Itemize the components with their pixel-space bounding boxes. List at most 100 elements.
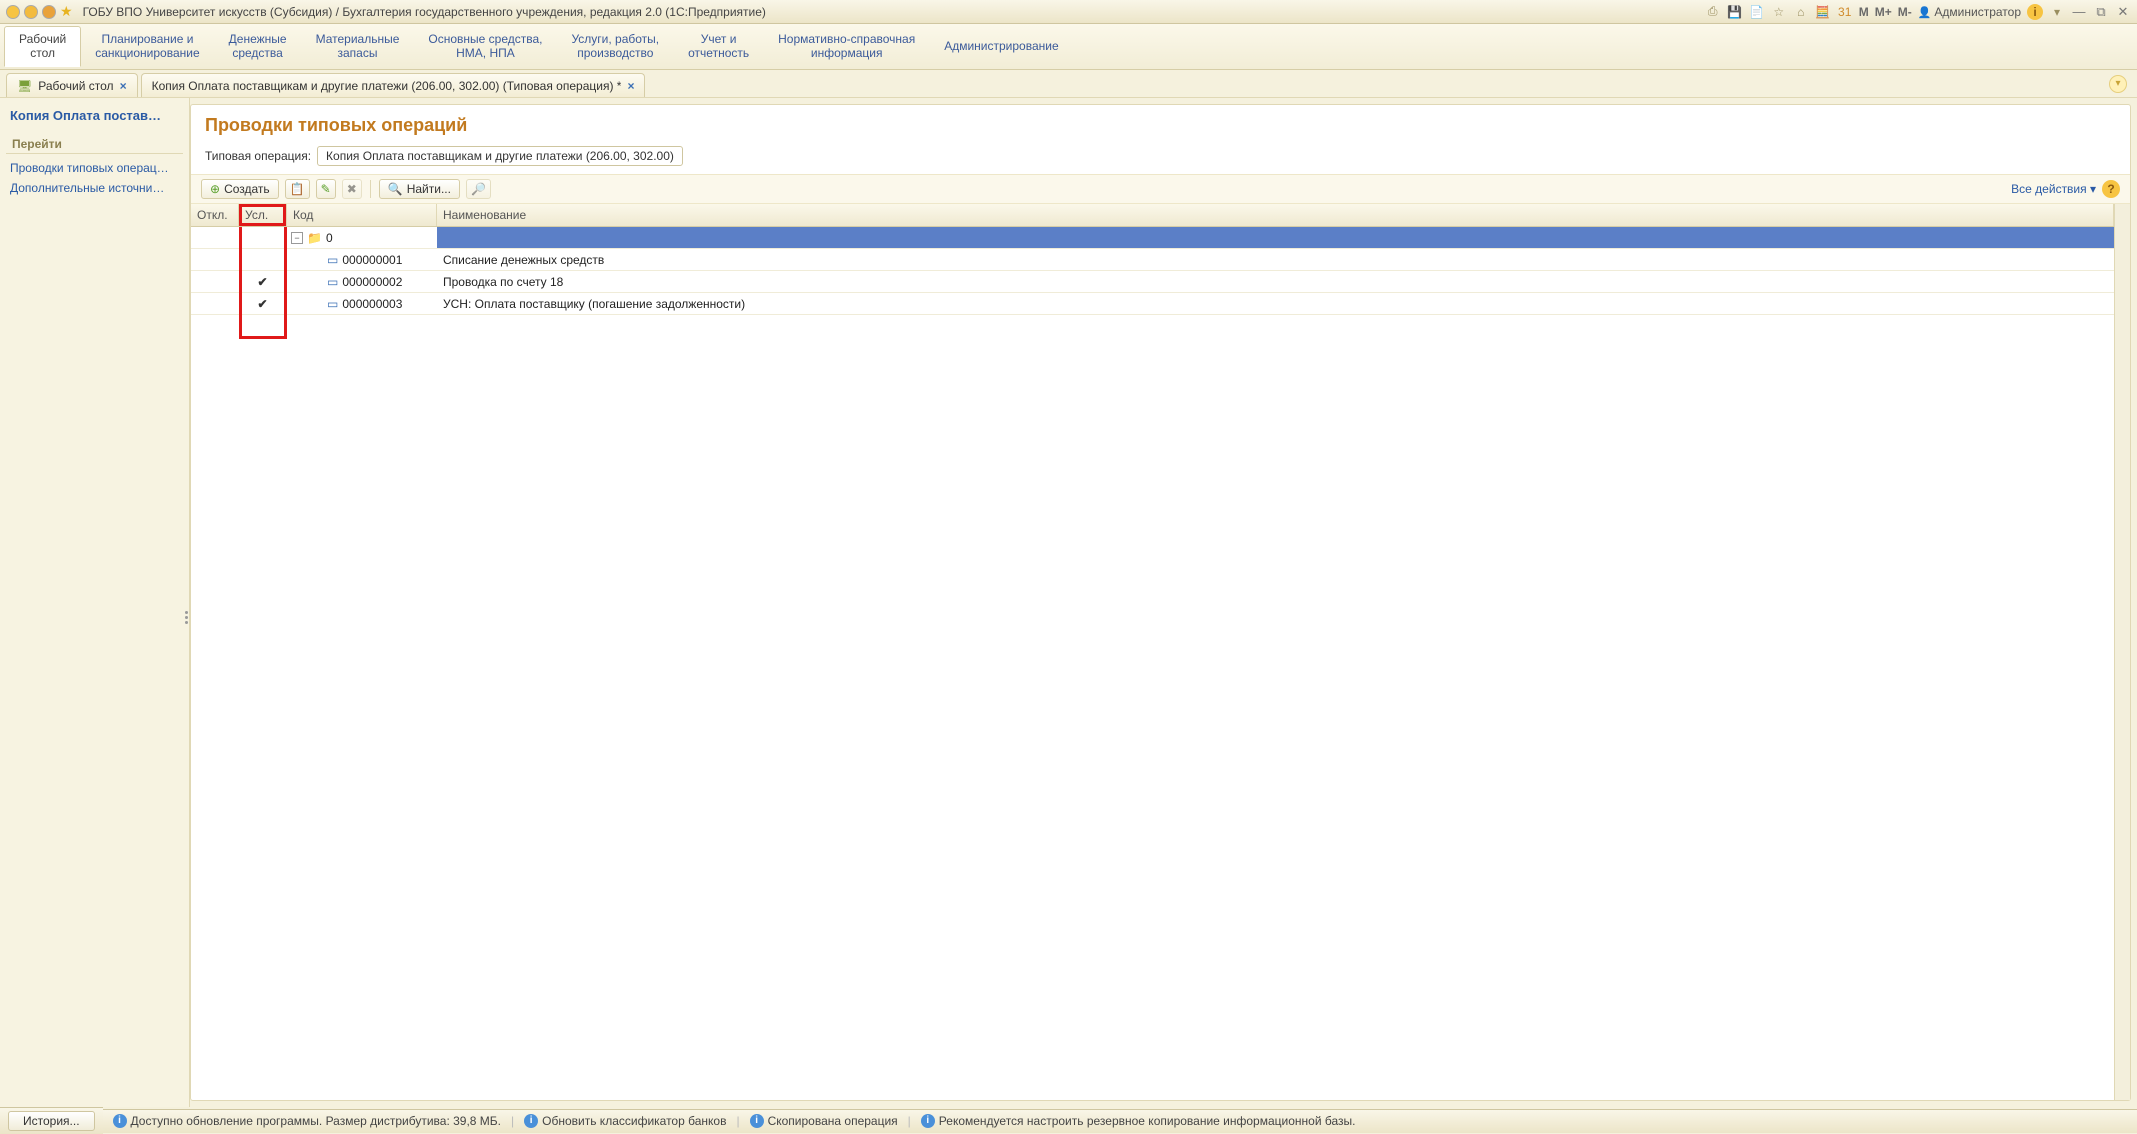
maximize-button[interactable]: ⧉ bbox=[2093, 4, 2109, 20]
section-1[interactable]: Планирование исанкционирование bbox=[81, 27, 214, 67]
delete-button[interactable]: ✖ bbox=[342, 179, 362, 199]
status-backup[interactable]: Рекомендуется настроить резервное копиро… bbox=[939, 1114, 1356, 1128]
calendar-icon[interactable]: 31 bbox=[1837, 4, 1853, 20]
row-code: 000000003 bbox=[342, 297, 402, 311]
home-icon[interactable]: ⌂ bbox=[1793, 4, 1809, 20]
clear-find-button[interactable]: 🔎 bbox=[466, 179, 491, 199]
content-area: Проводки типовых операций Типовая операц… bbox=[190, 104, 2131, 1101]
plus-icon: ⊕ bbox=[210, 182, 220, 196]
col-usl[interactable]: Усл. bbox=[239, 204, 287, 226]
section-5[interactable]: Услуги, работы,производство bbox=[557, 27, 674, 67]
info-badge-icon: i bbox=[921, 1114, 935, 1128]
calc-icon[interactable]: 🧮 bbox=[1815, 4, 1831, 20]
table-row[interactable]: ▭ 000000001 Списание денежных средств bbox=[191, 249, 2114, 271]
minimize-button[interactable]: — bbox=[2071, 4, 2087, 19]
create-label: Создать bbox=[224, 182, 270, 196]
status-copied[interactable]: Скопирована операция bbox=[768, 1114, 898, 1128]
tab-desktop-label: Рабочий стол bbox=[38, 79, 113, 93]
help-button[interactable]: ? bbox=[2102, 180, 2120, 198]
info-badge-icon: i bbox=[750, 1114, 764, 1128]
info-icon[interactable]: i bbox=[2027, 4, 2043, 20]
favorite-icon[interactable]: ★ bbox=[60, 3, 73, 20]
status-update[interactable]: Доступно обновление программы. Размер ди… bbox=[131, 1114, 501, 1128]
sidebar-link-0[interactable]: Проводки типовых операц… bbox=[4, 158, 185, 178]
status-banks[interactable]: Обновить классификатор банков bbox=[542, 1114, 726, 1128]
section-4[interactable]: Основные средства,НМА, НПА bbox=[414, 27, 557, 67]
table-row[interactable]: ✔▭ 000000002Проводка по счету 18 bbox=[191, 271, 2114, 293]
grid-header: Откл. Усл. Код Наименование bbox=[191, 204, 2114, 227]
create-button[interactable]: ⊕ Создать bbox=[201, 179, 279, 199]
dropdown-icon[interactable]: ▾ bbox=[2049, 4, 2065, 20]
row-code: 000000002 bbox=[342, 275, 402, 289]
delete-icon: ✖ bbox=[347, 182, 357, 196]
copy-icon[interactable]: 📄 bbox=[1749, 4, 1765, 20]
tabs-dropdown[interactable]: ▾ bbox=[2109, 75, 2127, 93]
sidebar-group-header: Перейти bbox=[6, 131, 183, 154]
nav-sidebar: Копия Оплата постав… Перейти Проводки ти… bbox=[0, 98, 190, 1107]
copy-row-icon: 📋 bbox=[290, 182, 305, 196]
folder-icon: 📁 bbox=[307, 231, 322, 245]
vertical-scrollbar[interactable] bbox=[2114, 204, 2130, 1100]
tab-document-label: Копия Оплата поставщикам и другие платеж… bbox=[152, 79, 622, 93]
item-icon: ▭ bbox=[327, 297, 338, 311]
sidebar-link-1[interactable]: Дополнительные источни… bbox=[4, 178, 185, 198]
section-6[interactable]: Учет иотчетность bbox=[674, 27, 764, 67]
item-icon: ▭ bbox=[327, 275, 338, 289]
edit-button[interactable]: ✎ bbox=[316, 179, 336, 199]
tab-desktop-close[interactable]: × bbox=[120, 79, 127, 93]
item-icon: ▭ bbox=[327, 253, 338, 267]
window-title: ГОБУ ВПО Университет искусств (Субсидия)… bbox=[83, 5, 766, 19]
row-name: Списание денежных средств bbox=[437, 253, 2114, 267]
section-2[interactable]: Денежныесредства bbox=[215, 27, 302, 67]
table-row[interactable]: − 📁 0 bbox=[191, 227, 2114, 249]
memory-mplus[interactable]: M+ bbox=[1875, 5, 1892, 19]
collapse-icon[interactable]: − bbox=[291, 232, 303, 244]
row-name: УСН: Оплата поставщику (погашение задолж… bbox=[437, 297, 2114, 311]
pencil-icon: ✎ bbox=[321, 182, 331, 196]
search-clear-icon: 🔎 bbox=[471, 182, 486, 196]
tab-document-close[interactable]: × bbox=[627, 79, 634, 93]
col-name[interactable]: Наименование bbox=[437, 204, 2114, 226]
history-button[interactable]: История... bbox=[8, 1111, 95, 1131]
row-code: 000000001 bbox=[342, 253, 402, 267]
field-label-operation: Типовая операция: bbox=[205, 149, 311, 163]
section-3[interactable]: Материальныезапасы bbox=[302, 27, 415, 67]
current-user[interactable]: Администратор bbox=[1918, 5, 2021, 19]
close-button[interactable]: ✕ bbox=[2115, 4, 2131, 20]
tab-document[interactable]: Копия Оплата поставщикам и другие платеж… bbox=[141, 73, 646, 97]
nav-fwd-icon[interactable] bbox=[42, 5, 56, 19]
titlebar: ★ ГОБУ ВПО Университет искусств (Субсиди… bbox=[0, 0, 2137, 24]
status-bar: i Доступно обновление программы. Размер д… bbox=[103, 1109, 2137, 1133]
save-icon[interactable]: 💾 bbox=[1727, 4, 1743, 20]
section-8[interactable]: Администрирование bbox=[930, 34, 1073, 60]
memory-mminus[interactable]: M- bbox=[1898, 5, 1912, 19]
tab-desktop[interactable]: 🖥 Рабочий стол × bbox=[6, 73, 138, 97]
desktop-icon: 🖥 bbox=[17, 79, 32, 93]
info-badge-icon: i bbox=[524, 1114, 538, 1128]
print-icon[interactable]: ⎙ bbox=[1705, 4, 1721, 20]
nav-back-icon[interactable] bbox=[24, 5, 38, 19]
table-row[interactable]: ✔ ▭ 000000003 УСН: Оплата поставщику (пога… bbox=[191, 293, 2114, 315]
checkmark-icon: ✔ bbox=[257, 297, 267, 311]
find-label: Найти... bbox=[407, 182, 451, 196]
grid-toolbar: ⊕ Создать 📋 ✎ ✖ 🔍 Найти... 🔎 Все действия … bbox=[191, 174, 2130, 204]
grid-body: − 📁 0 ▭ 000000001 Списание денежных средс… bbox=[191, 227, 2114, 1100]
row-name: Проводка по счету 18 bbox=[437, 275, 2114, 289]
root-code: 0 bbox=[326, 231, 333, 245]
col-kod[interactable]: Код bbox=[287, 204, 437, 226]
field-operation[interactable]: Копия Оплата поставщикам и другие платеж… bbox=[317, 146, 683, 166]
all-actions-link[interactable]: Все действия ▾ bbox=[2011, 182, 2096, 196]
search-icon: 🔍 bbox=[388, 182, 403, 196]
section-7[interactable]: Нормативно-справочнаяинформация bbox=[764, 27, 930, 67]
find-button[interactable]: 🔍 Найти... bbox=[379, 179, 460, 199]
col-otk[interactable]: Откл. bbox=[191, 204, 239, 226]
section-0[interactable]: Рабочийстол bbox=[4, 26, 81, 68]
entries-grid: Откл. Усл. Код Наименование − 📁 0 bbox=[191, 204, 2114, 1100]
sidebar-title[interactable]: Копия Оплата постав… bbox=[4, 104, 185, 127]
memory-m[interactable]: M bbox=[1859, 5, 1869, 19]
star-outline-icon[interactable]: ☆ bbox=[1771, 4, 1787, 20]
info-badge-icon: i bbox=[113, 1114, 127, 1128]
copy-button[interactable]: 📋 bbox=[285, 179, 310, 199]
tabs-row: 🖥 Рабочий стол × Копия Оплата поставщика… bbox=[0, 70, 2137, 98]
section-panel: РабочийстолПланирование исанкционировани… bbox=[0, 24, 2137, 70]
